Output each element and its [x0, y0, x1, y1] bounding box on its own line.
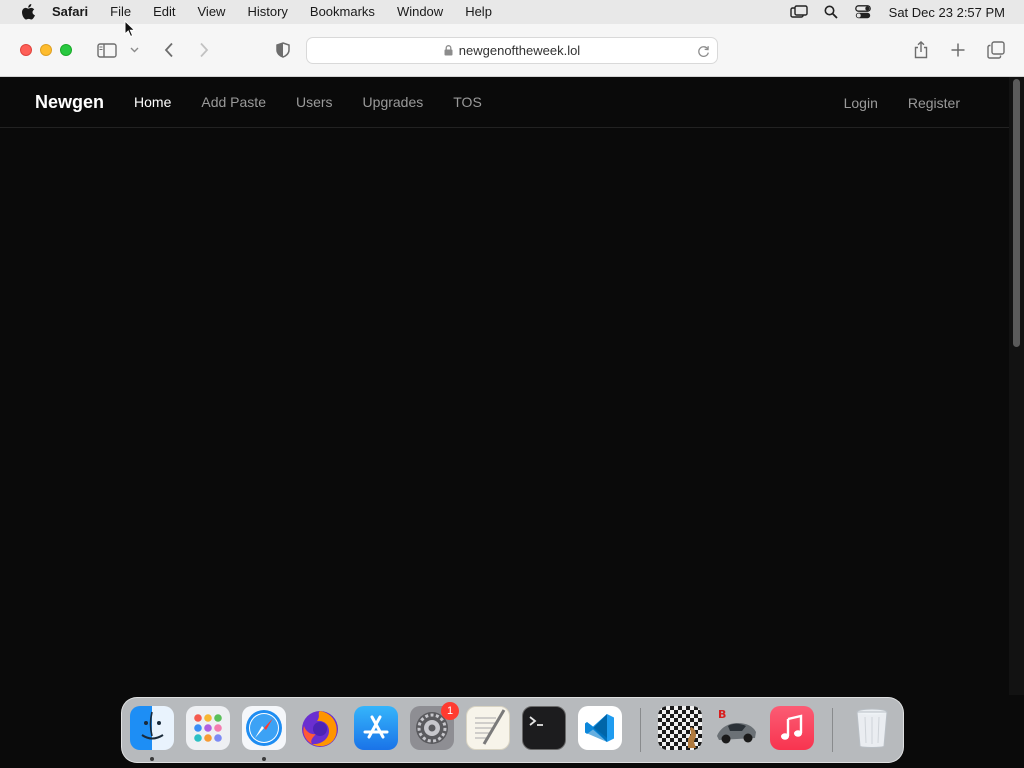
scrollbar-thumb[interactable] — [1013, 79, 1020, 347]
svg-text:B: B — [718, 708, 726, 721]
music-icon[interactable] — [770, 706, 814, 750]
menu-help[interactable]: Help — [454, 0, 503, 24]
mouse-cursor-icon — [124, 19, 136, 38]
menu-bar-clock[interactable]: Sat Dec 23 2:57 PM — [889, 5, 1005, 20]
auth-links: Login Register — [814, 77, 960, 128]
nav-link-users[interactable]: Users — [296, 94, 333, 110]
register-link[interactable]: Register — [908, 95, 960, 111]
sidebar-toggle-icon[interactable] — [94, 38, 120, 62]
login-link[interactable]: Login — [844, 95, 878, 111]
tab-group-chevron-down-icon[interactable] — [123, 38, 145, 62]
status-area: Sat Dec 23 2:57 PM — [783, 0, 1024, 24]
window-close-button[interactable] — [20, 44, 32, 56]
site-brand-logo[interactable]: Newgen — [35, 92, 104, 113]
chess-icon[interactable] — [658, 706, 702, 750]
menu-window[interactable]: Window — [386, 0, 454, 24]
nav-link-upgrades[interactable]: Upgrades — [363, 94, 424, 110]
terminal-icon[interactable] — [522, 706, 566, 750]
safari-icon[interactable] — [242, 706, 286, 750]
share-icon[interactable] — [908, 38, 934, 62]
control-center-icon[interactable] — [852, 0, 874, 24]
window-zoom-button[interactable] — [60, 44, 72, 56]
browser-toolbar: newgenoftheweek.lol — [0, 24, 1024, 77]
finder-running-indicator — [150, 757, 154, 761]
textedit-icon[interactable] — [466, 706, 510, 750]
new-tab-plus-icon[interactable] — [945, 38, 971, 62]
dock-separator — [640, 708, 641, 752]
site-nav-links: Home Add Paste Users Upgrades TOS — [134, 94, 512, 110]
vscode-icon[interactable] — [578, 706, 622, 750]
trash-icon[interactable] — [850, 706, 894, 750]
url-text: newgenoftheweek.lol — [458, 43, 581, 58]
spotlight-search-icon[interactable] — [820, 0, 842, 24]
site-navbar: Newgen Home Add Paste Users Upgrades TOS… — [0, 77, 1009, 128]
app-store-icon[interactable] — [354, 706, 398, 750]
address-bar[interactable]: newgenoftheweek.lol — [306, 37, 718, 64]
racing-game-icon[interactable]: B — [714, 706, 758, 750]
safari-running-indicator — [262, 757, 266, 761]
dock-separator-trash — [832, 708, 833, 752]
privacy-shield-icon[interactable] — [270, 38, 296, 62]
apple-menu-icon[interactable] — [18, 0, 38, 24]
menu-bar: Safari File Edit View History Bookmarks … — [0, 0, 1024, 24]
menu-edit[interactable]: Edit — [142, 0, 186, 24]
nav-link-add-paste[interactable]: Add Paste — [201, 94, 266, 110]
nav-link-tos[interactable]: TOS — [453, 94, 482, 110]
screen-mirroring-icon[interactable] — [788, 0, 810, 24]
window-minimize-button[interactable] — [40, 44, 52, 56]
web-page: Newgen Home Add Paste Users Upgrades TOS… — [0, 77, 1024, 768]
menu-view[interactable]: View — [187, 0, 237, 24]
launchpad-icon[interactable] — [186, 706, 230, 750]
lock-icon — [444, 45, 453, 56]
firefox-icon[interactable] — [298, 706, 342, 750]
notification-badge: 1 — [441, 702, 459, 720]
menu-bookmarks[interactable]: Bookmarks — [299, 0, 386, 24]
dock: 1 B — [121, 697, 904, 763]
nav-link-home[interactable]: Home — [134, 94, 171, 110]
forward-chevron-icon[interactable] — [191, 38, 217, 62]
page-scrollbar[interactable] — [1009, 77, 1024, 695]
tab-overview-icon[interactable] — [983, 38, 1009, 62]
back-chevron-icon[interactable] — [156, 38, 182, 62]
menu-safari[interactable]: Safari — [52, 0, 99, 24]
reload-icon[interactable] — [693, 41, 713, 61]
finder-icon[interactable] — [130, 706, 174, 750]
menu-history[interactable]: History — [236, 0, 298, 24]
